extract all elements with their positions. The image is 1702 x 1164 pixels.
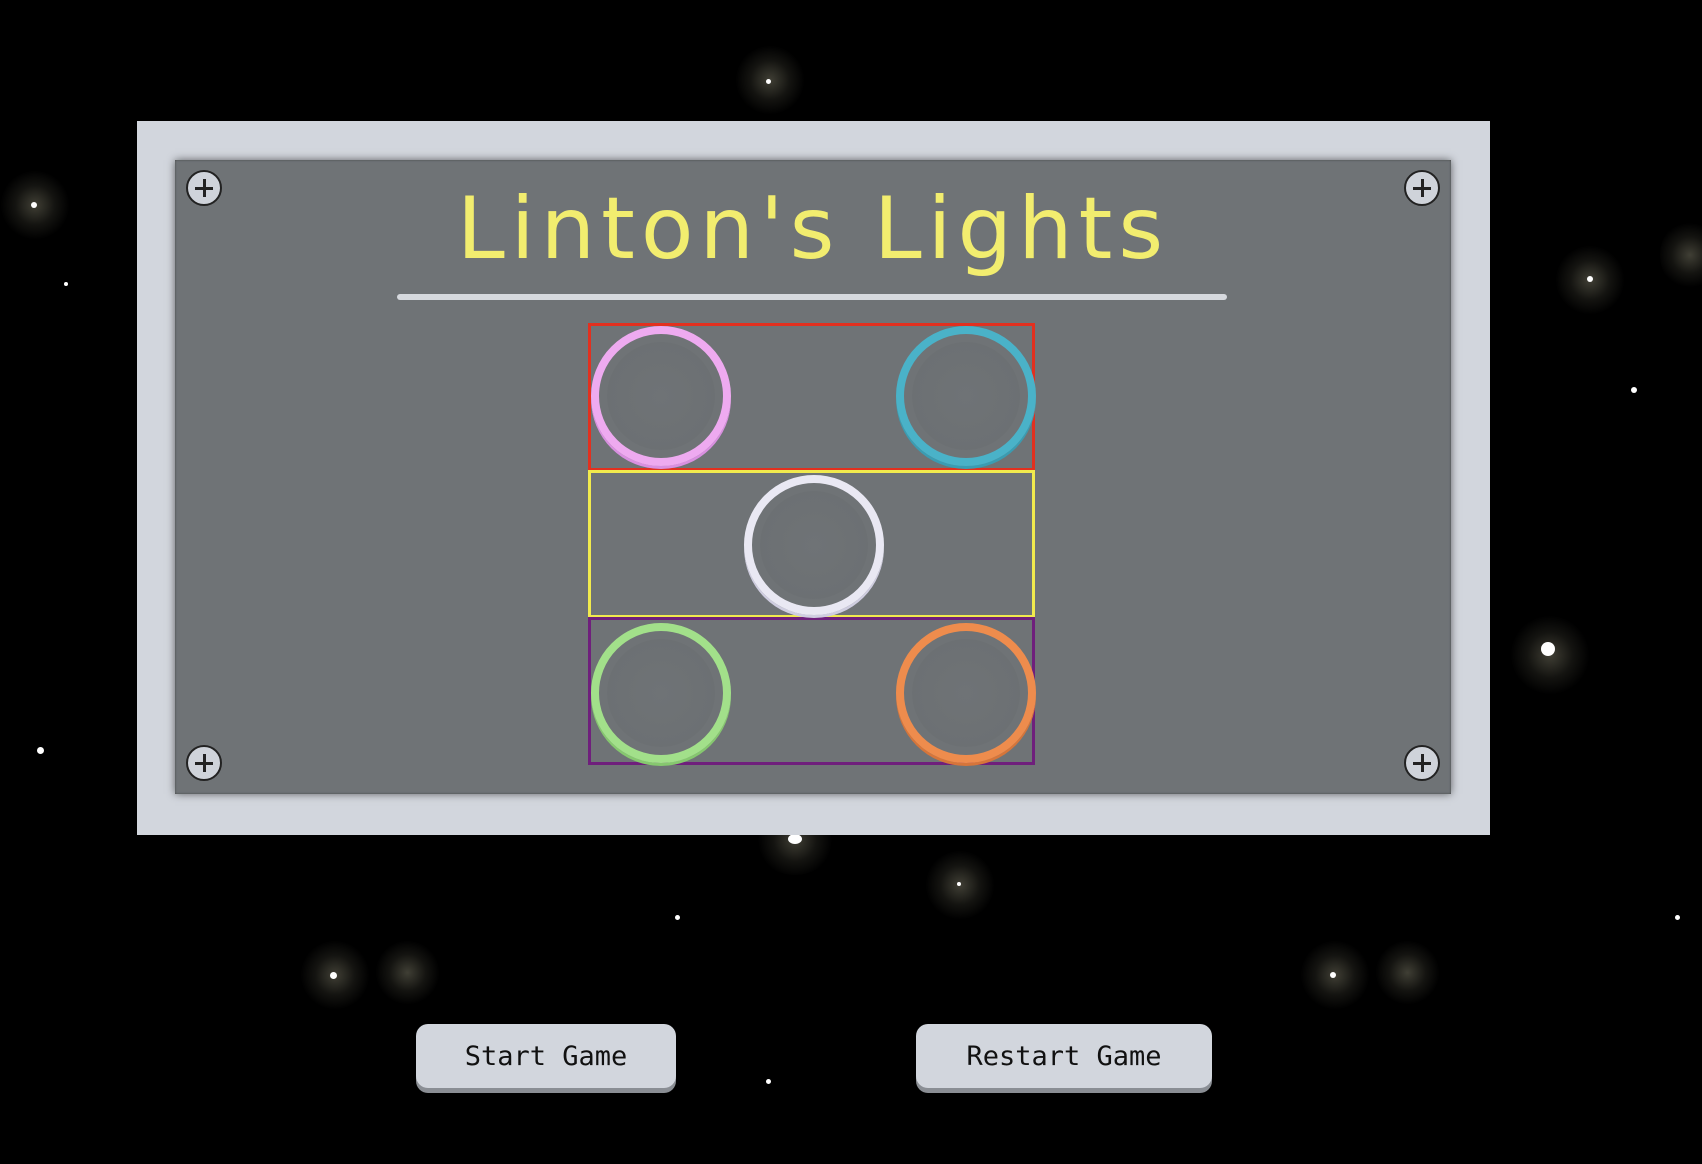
start-game-button[interactable]: Start Game (416, 1024, 676, 1088)
star (1675, 915, 1680, 920)
star (64, 282, 68, 286)
light-white-center (760, 491, 868, 599)
star (1330, 972, 1336, 978)
light-pink[interactable] (591, 326, 731, 466)
star (675, 915, 680, 920)
star (788, 834, 802, 844)
game-title: Linton's Lights (456, 179, 1170, 279)
star (1541, 642, 1555, 656)
star (766, 1079, 771, 1084)
star (1631, 387, 1637, 393)
light-blue-center (912, 342, 1020, 450)
light-orange[interactable] (896, 623, 1036, 763)
restart-game-button[interactable]: Restart Game (916, 1024, 1212, 1088)
light-pink-center (607, 342, 715, 450)
game-frame: Linton's Lights (137, 121, 1490, 835)
light-blue[interactable] (896, 326, 1036, 466)
star (766, 79, 771, 84)
game-board: Linton's Lights (175, 160, 1451, 794)
star (957, 882, 961, 886)
light-green-center (607, 639, 715, 747)
screw-icon (186, 745, 222, 781)
star (37, 747, 44, 754)
star (1587, 276, 1593, 282)
light-white[interactable] (744, 475, 884, 615)
star (31, 202, 37, 208)
title-underline (397, 294, 1227, 300)
star (330, 972, 337, 979)
light-green[interactable] (591, 623, 731, 763)
screw-icon (1404, 745, 1440, 781)
light-orange-center (912, 639, 1020, 747)
